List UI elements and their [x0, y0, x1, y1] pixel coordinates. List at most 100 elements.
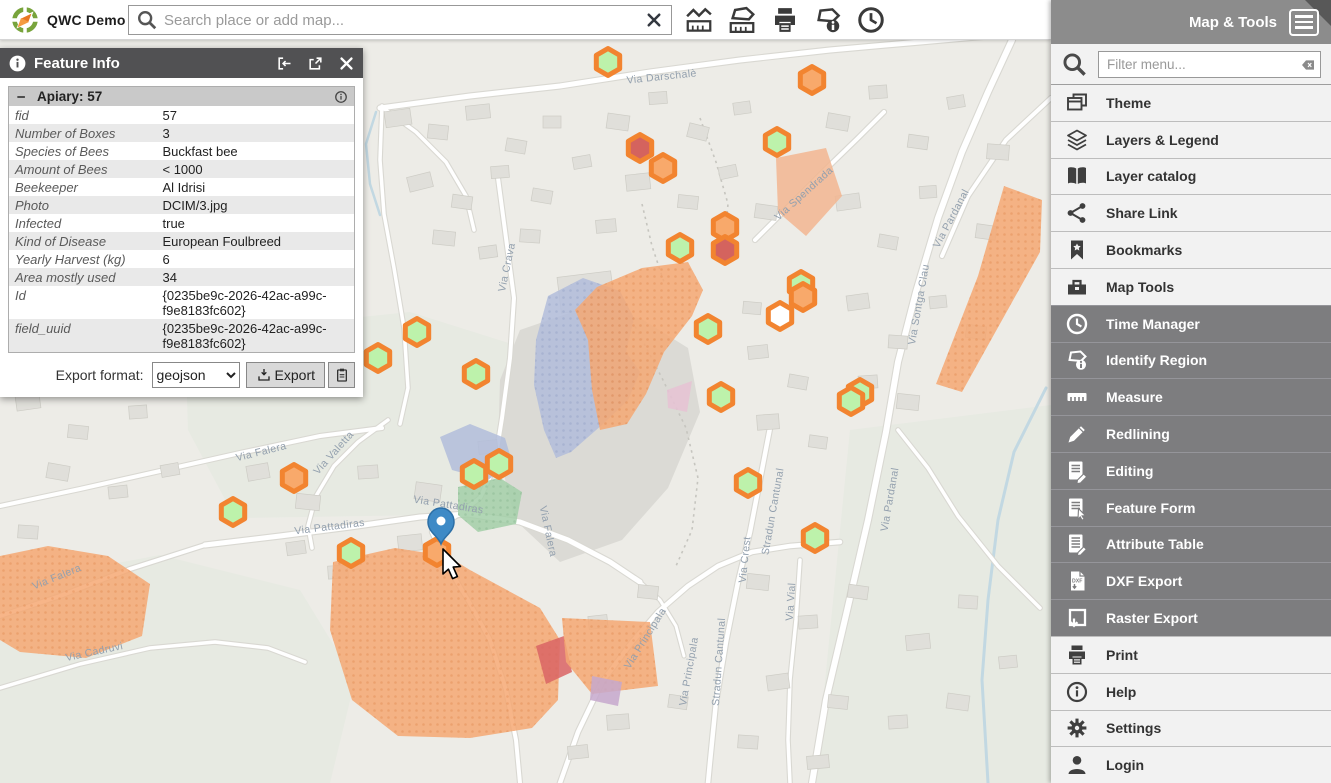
- attribute-value: {0235be9c-2026-42ac-a99c-f9e8183fc602}: [157, 286, 355, 319]
- attribute-table: Apiary: 57 fid57Number of Boxes3Species …: [8, 86, 355, 353]
- sidebar-item-feature-form[interactable]: Feature Form: [1051, 489, 1331, 526]
- building: [18, 525, 39, 539]
- sidebar-item-measure[interactable]: Measure: [1051, 378, 1331, 415]
- building: [946, 693, 970, 711]
- dock-icon[interactable]: [276, 55, 293, 72]
- measure-area-button[interactable]: [727, 5, 757, 35]
- apiary-marker[interactable]: [462, 461, 485, 488]
- sidebar-item-label: Time Manager: [1106, 316, 1200, 332]
- attribute-label: Beekeeper: [9, 178, 157, 196]
- sidebar-item-redlining[interactable]: Redlining: [1051, 415, 1331, 452]
- sidebar-item-login[interactable]: Login: [1051, 746, 1331, 783]
- clipboard-icon: [334, 367, 350, 383]
- app-title: QWC Demo: [47, 12, 126, 28]
- close-icon[interactable]: [338, 55, 355, 72]
- apiary-marker[interactable]: [736, 470, 759, 497]
- building: [478, 245, 497, 259]
- filter-clear-icon[interactable]: [1300, 57, 1316, 73]
- search-box: [128, 5, 672, 35]
- sidebar-item-attribute-table[interactable]: Attribute Table: [1051, 526, 1331, 563]
- attribute-row: Area mostly used34: [9, 268, 355, 286]
- apiary-marker[interactable]: [800, 67, 823, 94]
- toolbox-icon: [1065, 275, 1089, 299]
- export-format-select[interactable]: geojson: [152, 362, 240, 388]
- apiary-marker[interactable]: [282, 465, 305, 492]
- attribute-value: {0235be9c-2026-42ac-a99c-f9e8183fc602}: [157, 319, 355, 353]
- filter-menu-input[interactable]: [1098, 51, 1321, 78]
- export-button-label: Export: [275, 367, 315, 383]
- feature-info-toggle-icon[interactable]: [334, 90, 348, 104]
- collapse-icon[interactable]: [15, 90, 29, 104]
- sidebar-item-dxf-export[interactable]: DXFDXF Export: [1051, 562, 1331, 599]
- qwc-logo-icon: [10, 5, 40, 35]
- apiary-marker[interactable]: [709, 384, 732, 411]
- search-input[interactable]: [158, 12, 645, 29]
- sidebar-item-raster-export[interactable]: Raster Export: [1051, 599, 1331, 636]
- hamburger-menu-icon[interactable]: [1289, 9, 1319, 36]
- sidebar-item-print[interactable]: Print: [1051, 636, 1331, 673]
- apiary-marker[interactable]: [339, 540, 362, 567]
- print-button[interactable]: [770, 5, 800, 35]
- apiary-marker[interactable]: [768, 303, 791, 330]
- sidebar-item-layer-catalog[interactable]: Layer catalog: [1051, 158, 1331, 195]
- sidebar-item-layers-legend[interactable]: Layers & Legend: [1051, 121, 1331, 158]
- attribute-value: 57: [157, 106, 355, 124]
- building: [108, 485, 128, 499]
- export-button[interactable]: Export: [246, 362, 325, 388]
- sidebar-item-editing[interactable]: Editing: [1051, 452, 1331, 489]
- apiary-marker[interactable]: [366, 345, 389, 372]
- raster-icon: [1065, 606, 1089, 630]
- apiary-marker[interactable]: [405, 319, 428, 346]
- ruler-icon: [1065, 385, 1089, 409]
- sidebar-item-label: Theme: [1106, 95, 1151, 111]
- apiary-marker[interactable]: [487, 451, 510, 478]
- topbar-toolbar: [684, 4, 886, 36]
- apiary-marker[interactable]: [596, 49, 619, 76]
- sidebar-item-share-link[interactable]: Share Link: [1051, 194, 1331, 231]
- attribute-row: Species of BeesBuckfast bee: [9, 142, 355, 160]
- building: [747, 344, 768, 359]
- attribute-value: 3: [157, 124, 355, 142]
- building: [649, 91, 668, 104]
- sidebar-item-label: Feature Form: [1106, 500, 1195, 516]
- search-clear-icon[interactable]: [645, 11, 663, 29]
- sidebar-item-map-tools[interactable]: Map Tools: [1051, 268, 1331, 305]
- apiary-marker[interactable]: [696, 316, 719, 343]
- sidebar-item-settings[interactable]: Settings: [1051, 710, 1331, 747]
- print-icon: [1065, 643, 1089, 667]
- apiary-marker[interactable]: [464, 361, 487, 388]
- time-manager-button[interactable]: [856, 5, 886, 35]
- apiary-marker[interactable]: [651, 155, 674, 182]
- apiary-marker[interactable]: [839, 388, 862, 415]
- sidebar-item-theme[interactable]: Theme: [1051, 84, 1331, 121]
- sidebar-item-label: Print: [1106, 647, 1138, 663]
- sidebar-item-label: Editing: [1106, 463, 1153, 479]
- attribute-row: Infectedtrue: [9, 214, 355, 232]
- sidebar-item-help[interactable]: Help: [1051, 673, 1331, 710]
- apiary-marker[interactable]: [791, 284, 814, 311]
- building: [607, 714, 630, 730]
- panel-title: Feature Info: [34, 55, 262, 72]
- apiary-marker[interactable]: [668, 235, 691, 262]
- sidebar-item-time-manager[interactable]: Time Manager: [1051, 305, 1331, 342]
- sidebar-item-label: Bookmarks: [1106, 242, 1182, 258]
- attr-table-icon: [1065, 532, 1089, 556]
- copy-to-clipboard-button[interactable]: [328, 362, 355, 388]
- measure-line-button[interactable]: [684, 5, 714, 35]
- sidebar-item-identify-region[interactable]: Identify Region: [1051, 342, 1331, 379]
- app-logo[interactable]: QWC Demo: [10, 4, 126, 36]
- attribute-label: Id: [9, 286, 157, 319]
- building: [827, 694, 848, 709]
- attribute-value: Al Idrisi: [157, 178, 355, 196]
- apiary-marker[interactable]: [765, 129, 788, 156]
- apiary-marker[interactable]: [221, 499, 244, 526]
- detach-icon[interactable]: [307, 55, 324, 72]
- identify-region-button[interactable]: [813, 5, 843, 35]
- sidebar-item-bookmarks[interactable]: Bookmarks: [1051, 231, 1331, 268]
- apiary-marker[interactable]: [628, 135, 651, 162]
- apiary-marker[interactable]: [803, 525, 826, 552]
- apiary-marker[interactable]: [713, 237, 736, 264]
- feature-group-header[interactable]: Apiary: 57: [9, 87, 355, 107]
- building: [67, 424, 88, 439]
- building: [432, 230, 455, 246]
